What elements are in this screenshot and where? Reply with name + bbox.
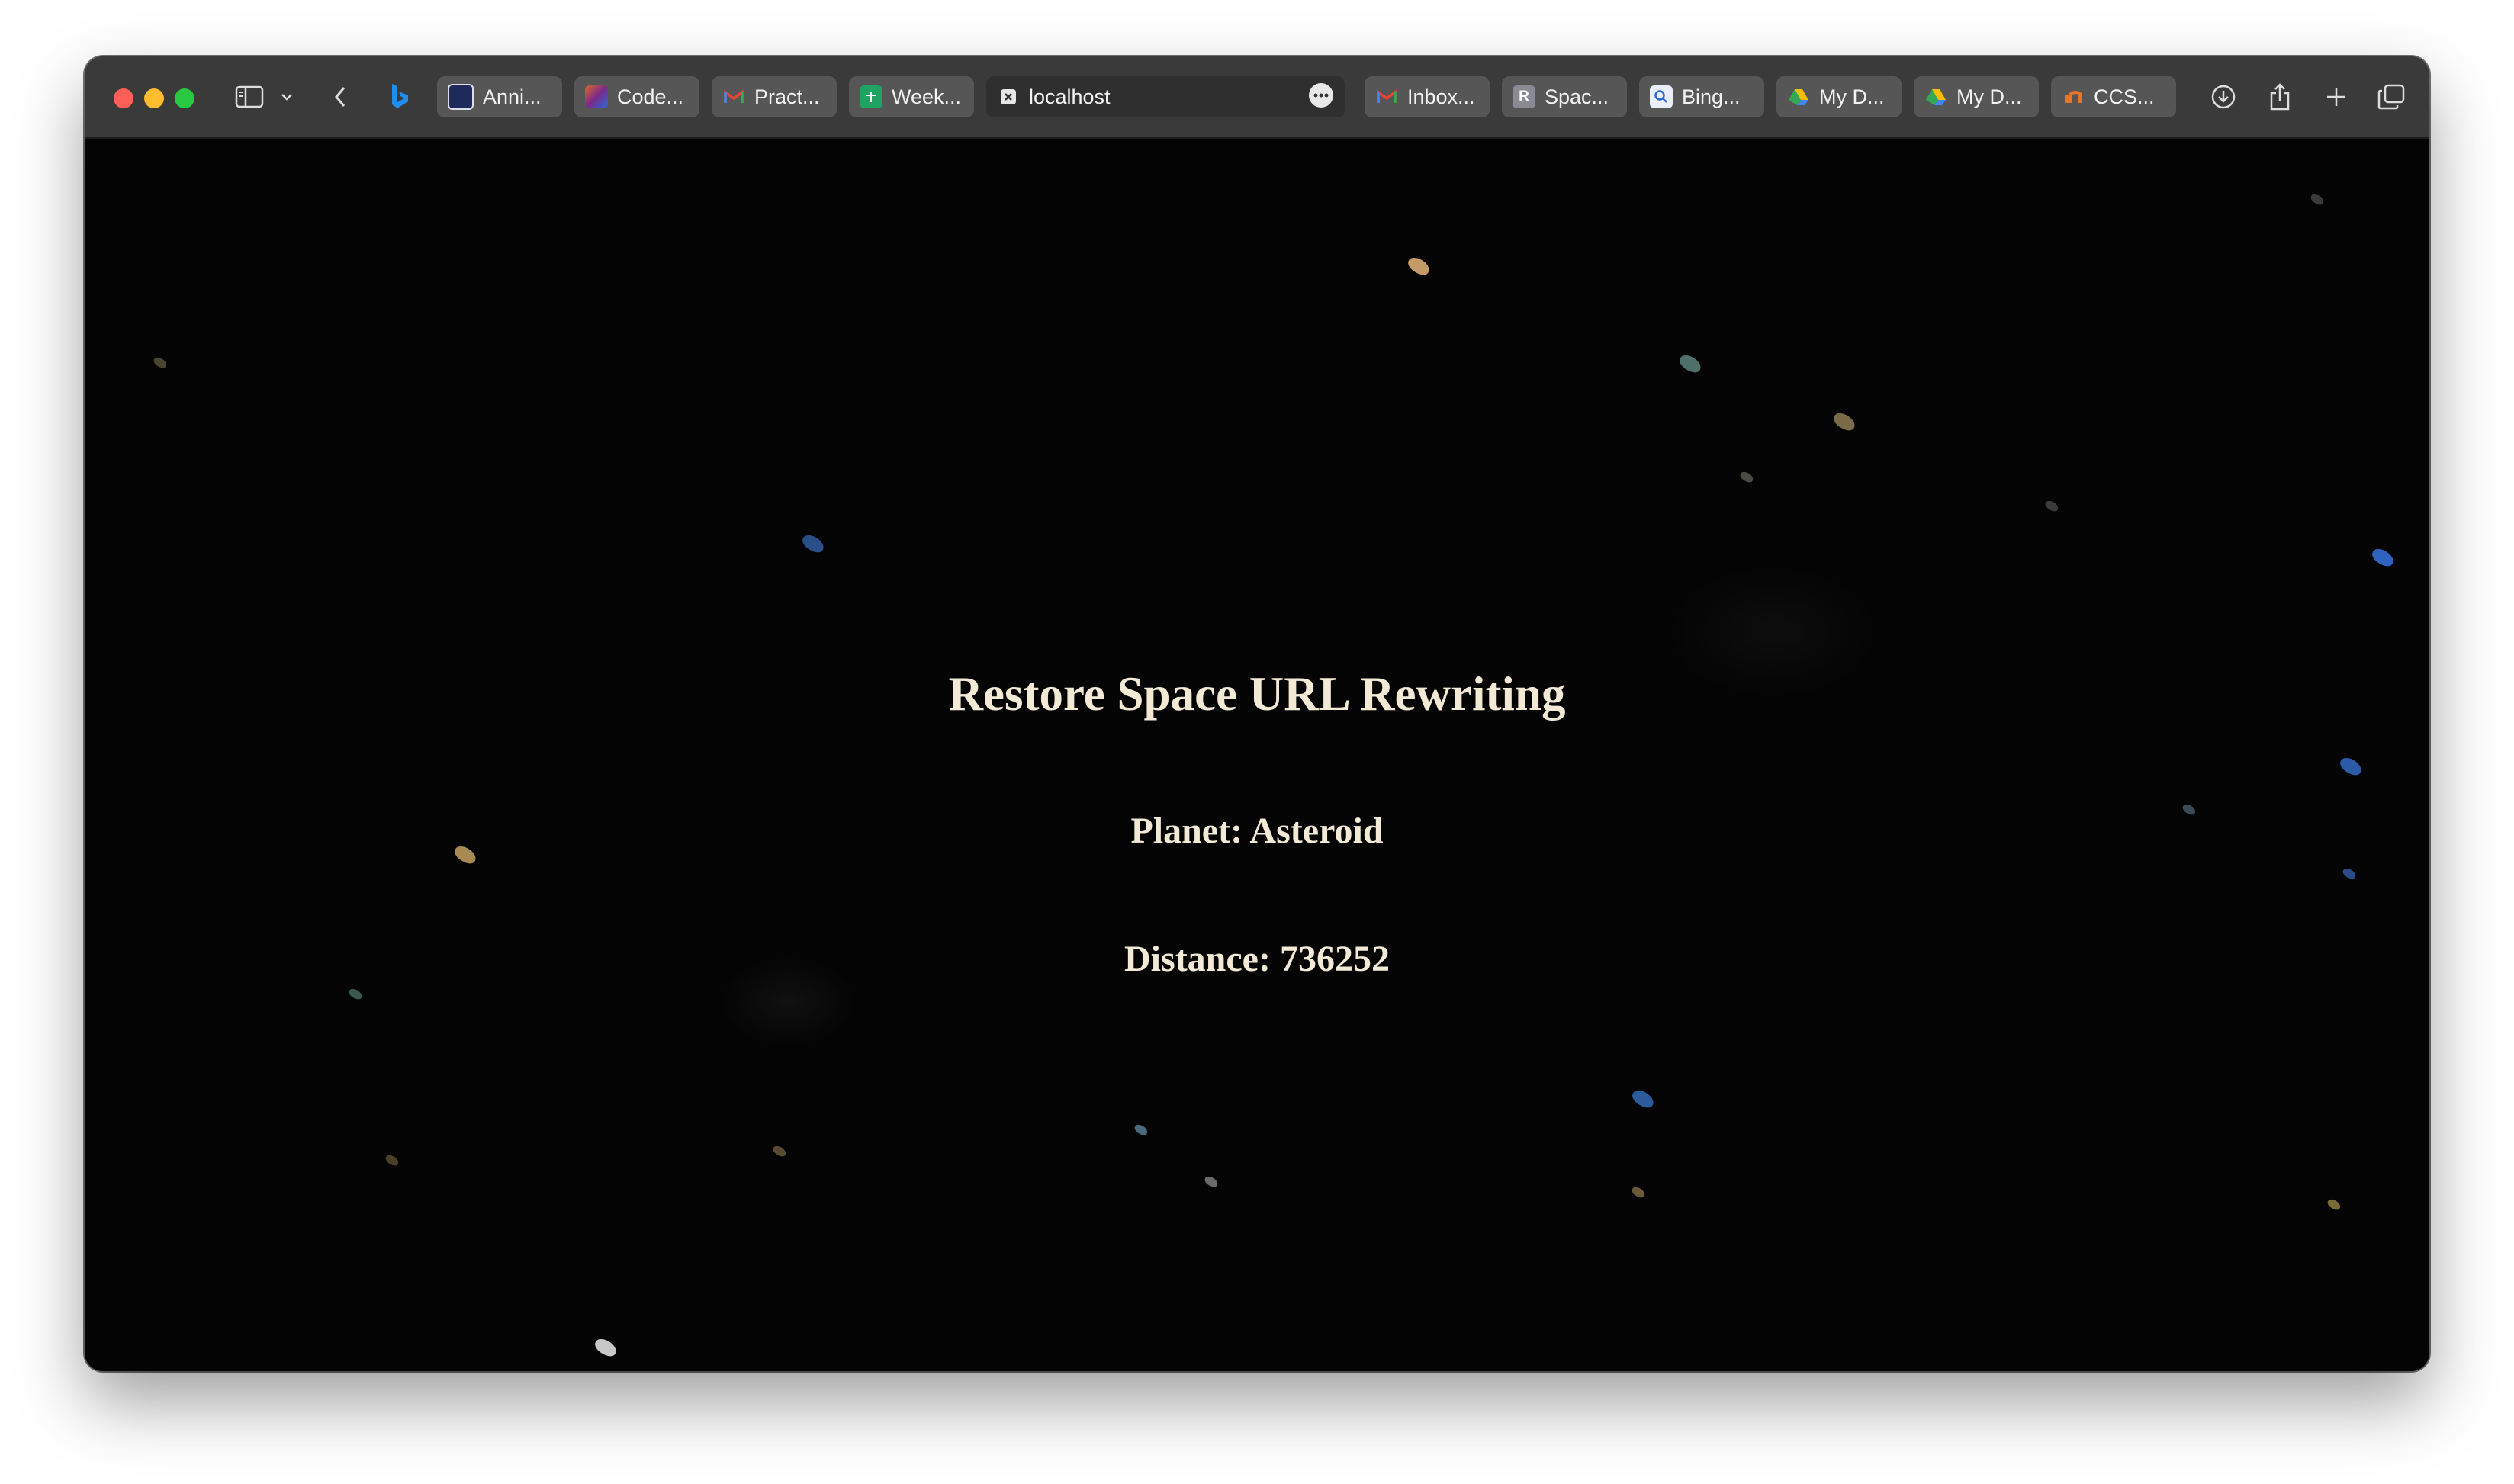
browser-tab-active[interactable]: localhost: [986, 76, 1345, 117]
new-tab-icon[interactable]: [2321, 78, 2352, 116]
share-icon[interactable]: [2265, 78, 2295, 116]
gmail-icon: [1375, 85, 1398, 108]
google-drive-icon: [1924, 85, 1947, 108]
star-decoration: [2043, 499, 2060, 513]
star-decoration: [1831, 410, 1858, 433]
star-decoration: [2341, 866, 2358, 881]
star-decoration: [1629, 1087, 1657, 1110]
minimize-window-button[interactable]: [144, 88, 164, 108]
browser-tab[interactable]: My D...: [1776, 76, 1902, 117]
bing-search-icon: [1650, 85, 1673, 108]
star-decoration: [384, 1153, 400, 1168]
tab-label: Inbox...: [1407, 85, 1475, 108]
browser-tab[interactable]: Anni...: [437, 76, 562, 117]
planet-label: Planet: Asteroid: [1130, 811, 1384, 851]
star-decoration: [799, 532, 827, 555]
star-decoration: [592, 1336, 619, 1359]
tab-label: Pract...: [754, 85, 820, 108]
browser-tab[interactable]: Bing...: [1639, 76, 1764, 117]
browser-toolbar: Anni... Code... Pract... Week... localho…: [85, 56, 2429, 139]
browser-window: Anni... Code... Pract... Week... localho…: [85, 56, 2429, 1371]
star-decoration: [1203, 1174, 1220, 1189]
browser-tab[interactable]: Inbox...: [1365, 76, 1490, 117]
star-decoration: [1405, 255, 1432, 278]
close-window-button[interactable]: [114, 88, 133, 108]
browser-tab[interactable]: Week...: [849, 76, 974, 117]
codeium-icon: [585, 85, 608, 108]
bookmark-doc-icon: [448, 84, 474, 110]
close-icon[interactable]: [997, 85, 1020, 108]
star-decoration: [2369, 546, 2397, 569]
star-decoration: [771, 1144, 788, 1158]
star-decoration: [152, 355, 169, 370]
tab-label: Bing...: [1682, 85, 1741, 108]
chevron-down-icon[interactable]: [277, 78, 297, 116]
browser-tab[interactable]: CCS...: [2051, 76, 2176, 117]
sidebar-icon[interactable]: [233, 78, 266, 116]
browser-tab[interactable]: My D...: [1914, 76, 2039, 117]
r-letter-icon: R: [1513, 85, 1535, 108]
star-decoration: [2326, 1197, 2342, 1212]
browser-tab[interactable]: Code...: [574, 76, 699, 117]
sheets-icon: [860, 85, 882, 108]
browser-tab[interactable]: Pract...: [712, 76, 837, 117]
tab-label: Week...: [892, 85, 962, 108]
bing-icon[interactable]: [387, 78, 413, 116]
tab-label: Anni...: [483, 85, 542, 108]
browser-tab[interactable]: R Spac...: [1502, 76, 1627, 117]
download-icon[interactable]: [2208, 78, 2239, 116]
distance-label: Distance: 736252: [1124, 939, 1390, 979]
star-decoration: [1738, 470, 1755, 484]
gmail-icon: [722, 85, 745, 108]
page-content: Restore Space URL Rewriting Planet: Aste…: [85, 139, 2429, 1371]
page-title: Restore Space URL Rewriting: [948, 667, 1566, 721]
tab-overview-icon[interactable]: [2376, 78, 2406, 116]
star-decoration: [2309, 192, 2326, 207]
tab-label: My D...: [1956, 85, 2022, 108]
tab-label: My D...: [1819, 85, 1885, 108]
ccs-icon: [2062, 85, 2085, 108]
more-icon[interactable]: [1308, 82, 1334, 112]
star-decoration: [1677, 352, 1704, 375]
star-decoration: [1630, 1185, 1647, 1200]
tab-label: Spac...: [1545, 85, 1609, 108]
tab-label: localhost: [1029, 85, 1111, 108]
tab-label: CCS...: [2094, 85, 2155, 108]
back-icon[interactable]: [329, 78, 352, 116]
google-drive-icon: [1787, 85, 1810, 108]
zoom-window-button[interactable]: [175, 88, 194, 108]
star-decoration: [1133, 1123, 1149, 1137]
star-decoration: [347, 987, 364, 1001]
star-decoration: [2337, 755, 2365, 778]
tab-label: Code...: [617, 85, 684, 108]
